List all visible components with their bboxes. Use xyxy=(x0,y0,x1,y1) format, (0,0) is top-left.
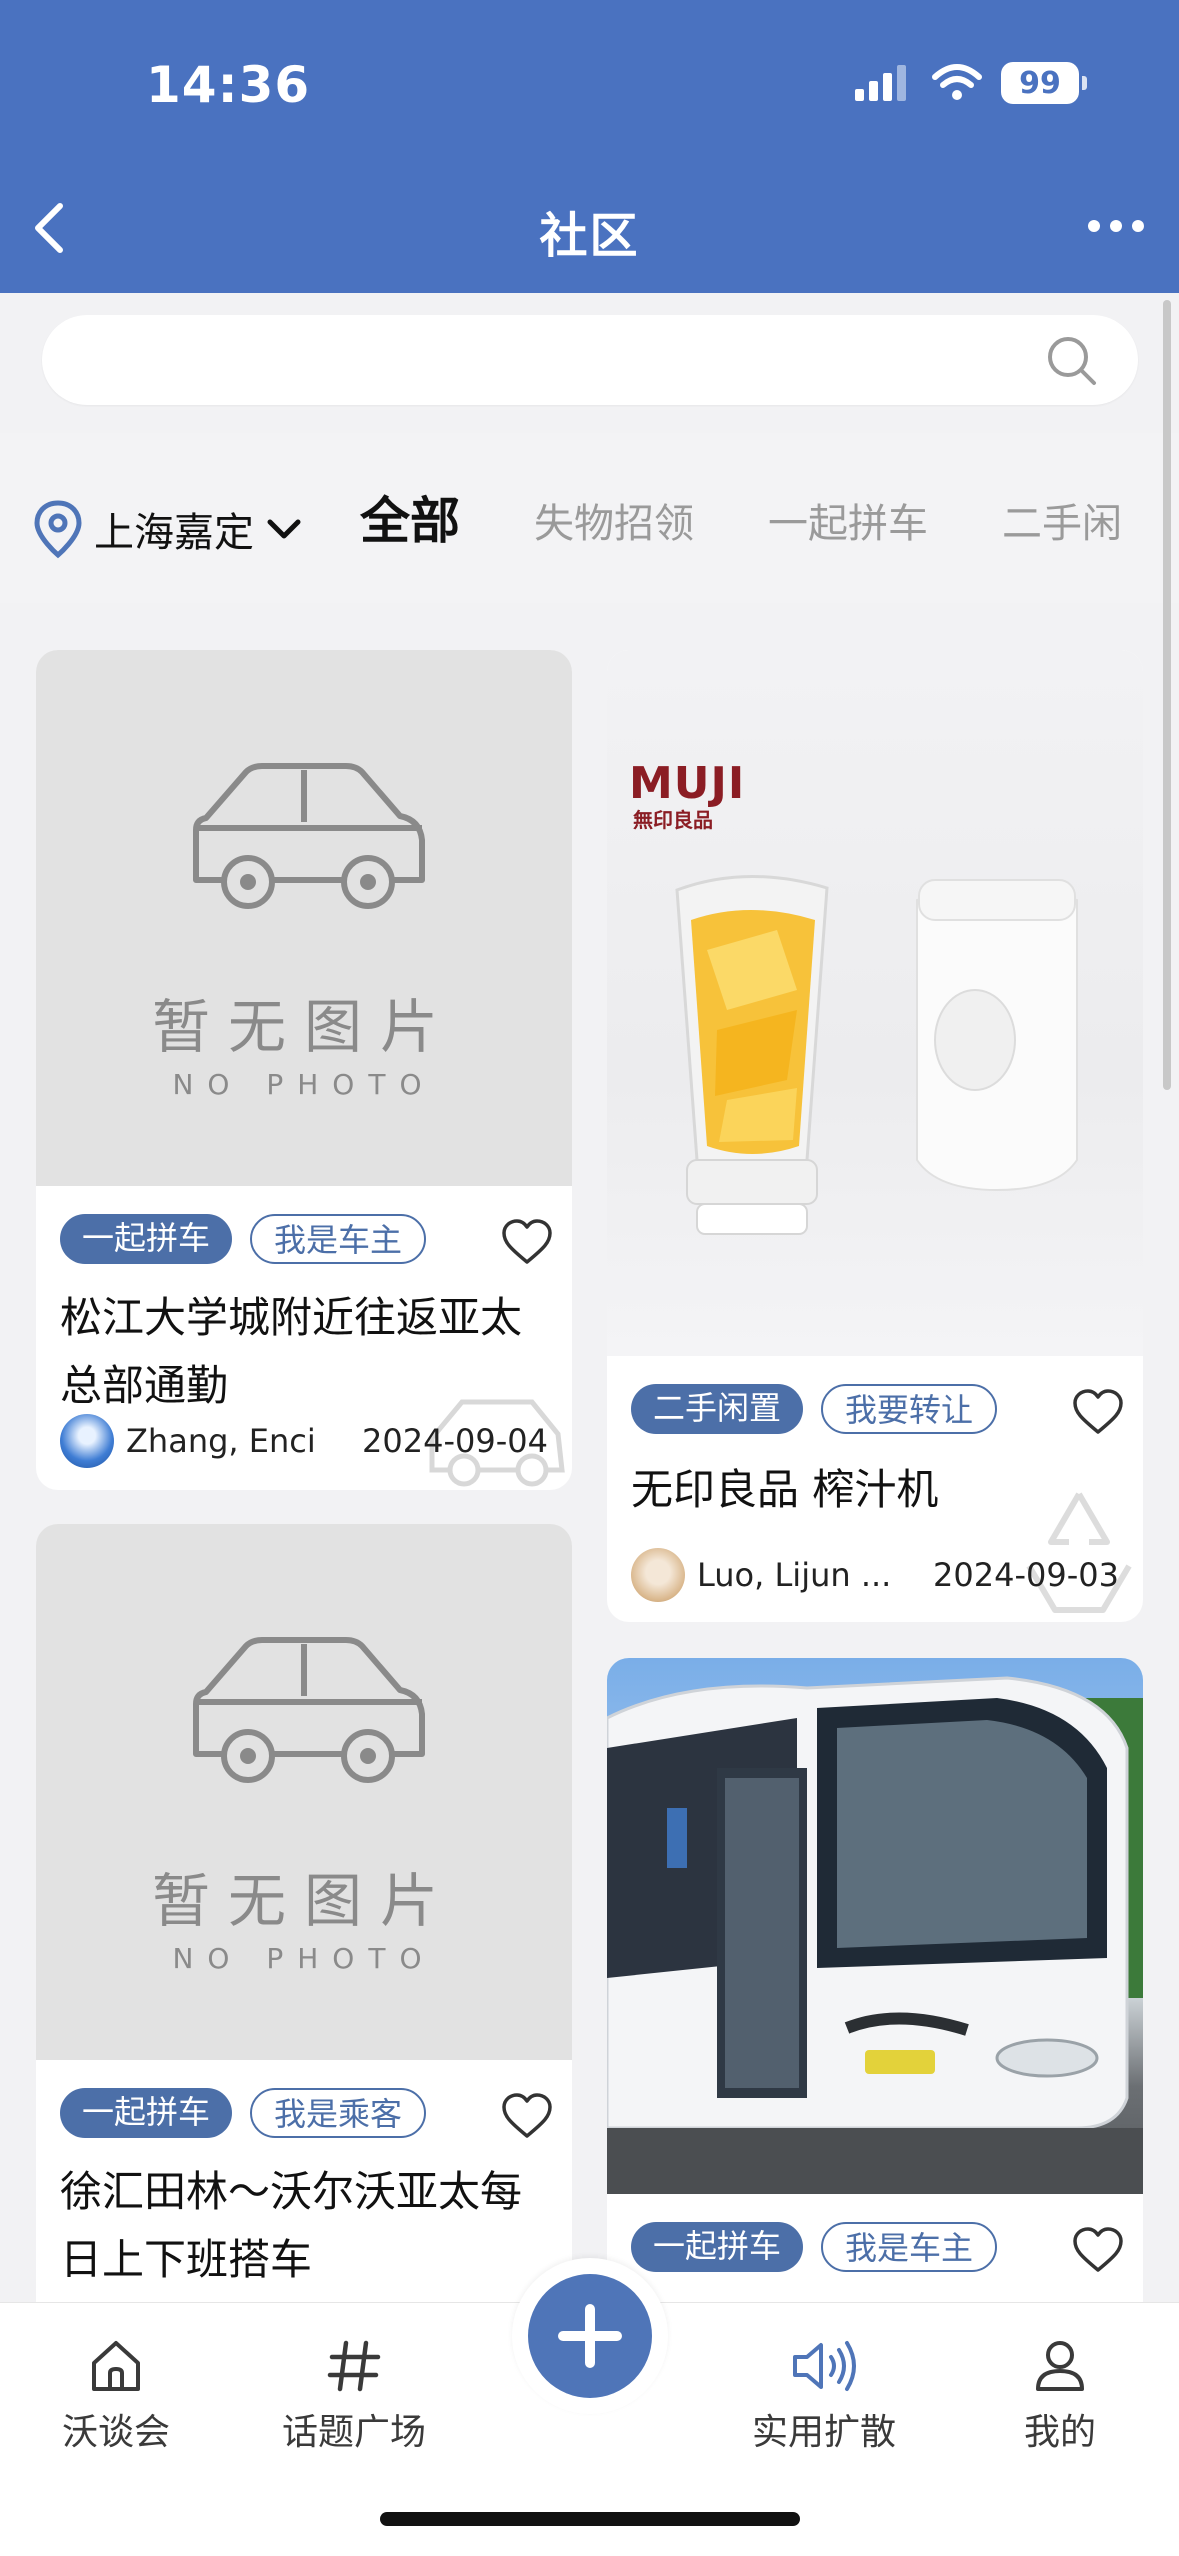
signal-icon xyxy=(855,65,906,101)
role-tag: 我是车主 xyxy=(250,1214,427,1264)
car-icon xyxy=(193,763,425,909)
post-tags: 一起拼车 我是车主 xyxy=(631,2222,998,2272)
heart-icon[interactable] xyxy=(1071,1388,1125,1438)
home-icon xyxy=(92,2341,140,2391)
heart-icon[interactable] xyxy=(500,2092,554,2142)
avatar xyxy=(631,1548,685,1602)
role-tag: 我要转让 xyxy=(821,1384,998,1434)
location-pin-icon xyxy=(34,500,82,559)
nav-label: 沃谈会 xyxy=(61,2412,170,2453)
category-tag: 一起拼车 xyxy=(631,2222,804,2272)
battery-icon: 99 xyxy=(1001,62,1087,104)
speaker-icon xyxy=(793,2341,856,2391)
no-photo-subtext: NO PHOTO xyxy=(172,1068,436,1101)
tab-lost-found[interactable]: 失物招领 xyxy=(534,491,694,563)
author-name: Luo, Lijun ... xyxy=(697,1556,892,1594)
search-bar xyxy=(0,293,1179,433)
no-photo-text: 暂无图片 xyxy=(151,993,456,1061)
page-title: 社区 xyxy=(539,208,640,264)
more-button[interactable] xyxy=(1081,206,1151,246)
dot-icon xyxy=(1132,220,1144,232)
dot-icon xyxy=(1110,220,1122,232)
brand-logo-text: MUJI xyxy=(629,758,746,809)
heart-icon[interactable] xyxy=(500,1218,554,1268)
category-tabs: 全部 失物招领 一起拼车 二手闲 xyxy=(332,491,1122,563)
nav-label: 实用扩散 xyxy=(751,2412,896,2453)
author-name: Zhang, Enci xyxy=(126,1422,316,1460)
post-card[interactable]: 暂无图片 NO PHOTO 一起拼车 我是乘客 徐汇田林～沃尔沃亚太每日上下班搭… xyxy=(36,1524,572,2324)
post-tags: 一起拼车 我是乘客 xyxy=(60,2088,427,2138)
nav-label: 我的 xyxy=(1023,2412,1096,2453)
heart-icon[interactable] xyxy=(1071,2226,1125,2276)
tab-all[interactable]: 全部 xyxy=(332,481,488,561)
no-photo-placeholder: 暂无图片 NO PHOTO xyxy=(36,650,572,1186)
location-selector[interactable]: 上海嘉定 xyxy=(32,499,304,559)
create-post-button[interactable] xyxy=(512,2258,668,2414)
filter-row: 上海嘉定 全部 失物招领 一起拼车 二手闲 xyxy=(0,433,1179,603)
location-label: 上海嘉定 xyxy=(94,510,254,556)
post-author[interactable]: Luo, Lijun ... xyxy=(631,1548,891,1602)
post-card[interactable]: 一起拼车 我是车主 xyxy=(607,1658,1143,2358)
post-tags: 一起拼车 我是车主 xyxy=(60,1214,427,1264)
category-tag: 一起拼车 xyxy=(60,2088,233,2138)
role-tag: 我是车主 xyxy=(821,2222,998,2272)
nav-item-broadcast[interactable]: 实用扩散 xyxy=(734,2337,914,2455)
post-date: 2024-09-03 xyxy=(933,1556,1119,1594)
brand-logo-subtext: 無印良品 xyxy=(633,808,713,832)
role-tag: 我是乘客 xyxy=(250,2088,427,2138)
juicer-illustration xyxy=(675,874,1078,1235)
nav-item-home[interactable]: 沃谈会 xyxy=(26,2337,206,2455)
dot-icon xyxy=(1088,220,1100,232)
post-date: 2024-09-04 xyxy=(362,1422,548,1460)
nav-label: 话题广场 xyxy=(281,2412,426,2453)
post-card[interactable]: 暂无图片 NO PHOTO 一起拼车 我是车主 松江大学城附近往返亚太总部通勤 … xyxy=(36,650,572,1490)
nav-item-topics[interactable]: 话题广场 xyxy=(264,2337,444,2455)
search-input[interactable] xyxy=(42,315,1138,405)
post-tags: 二手闲置 我要转让 xyxy=(631,1384,998,1434)
scrollbar[interactable] xyxy=(1163,300,1171,1090)
home-indicator xyxy=(380,2512,800,2526)
post-card[interactable]: MUJI 無印良品 二手闲置 我要转让 无印良品 榨汁机 Luo, Lijun … xyxy=(607,650,1143,1622)
bus-illustration xyxy=(607,1676,1143,2194)
no-photo-subtext: NO PHOTO xyxy=(172,1942,436,1975)
wifi-icon xyxy=(932,64,982,100)
post-author[interactable]: Zhang, Enci xyxy=(60,1414,316,1468)
post-image: MUJI 無印良品 xyxy=(607,650,1143,1356)
category-tag: 二手闲置 xyxy=(631,1384,804,1434)
app-header: 14:36 99 社区 xyxy=(0,0,1179,293)
car-icon xyxy=(193,1637,425,1783)
hashtag-icon xyxy=(327,2340,381,2392)
chevron-down-icon xyxy=(267,519,301,539)
recycle-watermark-icon xyxy=(1026,1492,1132,1613)
no-photo-placeholder: 暂无图片 NO PHOTO xyxy=(36,1524,572,2060)
tab-second-hand[interactable]: 二手闲 xyxy=(1002,491,1122,563)
post-image xyxy=(607,1658,1143,2194)
no-photo-text: 暂无图片 xyxy=(151,1867,456,1935)
category-tag: 一起拼车 xyxy=(60,1214,233,1264)
post-title: 徐汇田林～沃尔沃亚太每日上下班搭车 xyxy=(60,2167,523,2284)
search-icon[interactable] xyxy=(1046,335,1098,387)
avatar xyxy=(60,1414,114,1468)
user-icon xyxy=(1036,2341,1084,2391)
nav-item-profile[interactable]: 我的 xyxy=(970,2337,1150,2455)
plus-icon xyxy=(558,2304,622,2368)
status-time: 14:36 xyxy=(146,56,311,114)
tab-carpool[interactable]: 一起拼车 xyxy=(768,491,928,563)
status-icons: 99 xyxy=(853,62,1087,104)
